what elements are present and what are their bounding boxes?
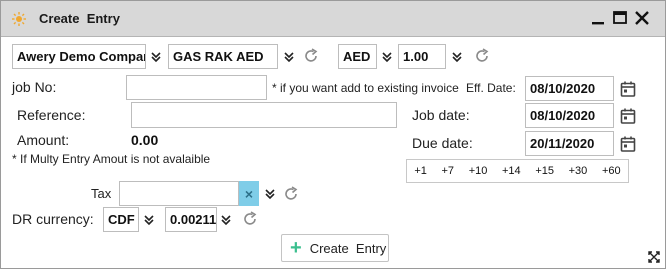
tax-chevron-down-icon[interactable] — [260, 181, 280, 206]
dr-currency-rate-select[interactable]: 0.00211 — [165, 207, 217, 232]
job-date-calendar-icon[interactable] — [619, 107, 637, 125]
create-entry-button[interactable]: + Create Entry — [281, 234, 389, 262]
quick-day-button[interactable]: +60 — [602, 165, 621, 177]
reference-label: Reference: — [17, 107, 86, 123]
quick-day-button[interactable]: +1 — [414, 165, 427, 177]
job-no-input[interactable] — [126, 75, 267, 100]
amount-label: Amount: — [17, 132, 70, 148]
window-title: Create Entry — [39, 11, 120, 26]
due-date-input[interactable]: 20/11/2020 — [525, 131, 614, 156]
dr-rate-chevron-down-icon[interactable] — [216, 207, 236, 232]
quick-day-button[interactable]: +10 — [469, 165, 488, 177]
amount-value: 0.00 — [131, 132, 159, 148]
title-bar: Create Entry — [1, 1, 665, 37]
account-select[interactable]: GAS RAK AED — [168, 44, 278, 69]
dr-currency-chevron-down-icon[interactable] — [139, 207, 159, 232]
quick-day-button[interactable]: +7 — [442, 165, 455, 177]
eff-date-calendar-icon[interactable] — [619, 80, 637, 98]
dr-currency-select[interactable]: CDF — [103, 207, 139, 232]
tax-clear-button[interactable]: × — [239, 181, 259, 206]
create-entry-label: Create Entry — [309, 240, 387, 256]
close-icon[interactable] — [633, 9, 651, 27]
eff-date-input[interactable]: 08/10/2020 — [525, 76, 614, 101]
eff-date-label: Eff. Date: — [466, 81, 516, 95]
minimize-icon[interactable] — [589, 9, 607, 27]
account-chevron-down-icon[interactable] — [279, 44, 299, 69]
multi-entry-note: * If Multy Entry Amout is not avalaible — [12, 152, 211, 166]
plus-icon: + — [290, 237, 302, 259]
quick-day-button[interactable]: +15 — [535, 165, 554, 177]
job-date-label: Job date: — [412, 107, 470, 123]
maximize-icon[interactable] — [611, 9, 629, 27]
tax-refresh-icon[interactable] — [282, 185, 300, 203]
due-date-quick-days: +1 +7 +10 +14 +15 +30 +60 — [406, 159, 629, 183]
close-icon: × — [244, 185, 254, 202]
rate-select[interactable]: 1.00 — [398, 44, 446, 69]
job-no-hint: * if you want add to existing invoice — [272, 81, 459, 95]
create-entry-dialog: Create Entry Awery Demo Compan GAS RAK A… — [0, 0, 666, 269]
tax-input[interactable] — [119, 181, 239, 206]
currency-chevron-down-icon[interactable] — [377, 44, 397, 69]
company-chevron-down-icon[interactable] — [146, 44, 166, 69]
job-no-label: job No: — [12, 79, 57, 95]
due-date-calendar-icon[interactable] — [619, 135, 637, 153]
quick-day-button[interactable]: +14 — [502, 165, 521, 177]
quick-day-button[interactable]: +30 — [569, 165, 588, 177]
account-refresh-icon[interactable] — [302, 47, 320, 65]
expand-icon[interactable] — [647, 250, 661, 264]
dr-currency-refresh-icon[interactable] — [241, 210, 259, 228]
reference-input[interactable] — [131, 102, 397, 128]
dr-currency-label: DR currency: — [12, 211, 94, 227]
rate-refresh-icon[interactable] — [473, 47, 491, 65]
currency-select[interactable]: AED — [338, 44, 377, 69]
tax-label: Tax — [91, 186, 112, 201]
due-date-label: Due date: — [412, 135, 473, 151]
job-date-input[interactable]: 08/10/2020 — [525, 103, 614, 128]
rate-chevron-down-icon[interactable] — [447, 44, 467, 69]
company-select[interactable]: Awery Demo Compan — [12, 44, 146, 69]
sun-icon — [12, 12, 26, 26]
